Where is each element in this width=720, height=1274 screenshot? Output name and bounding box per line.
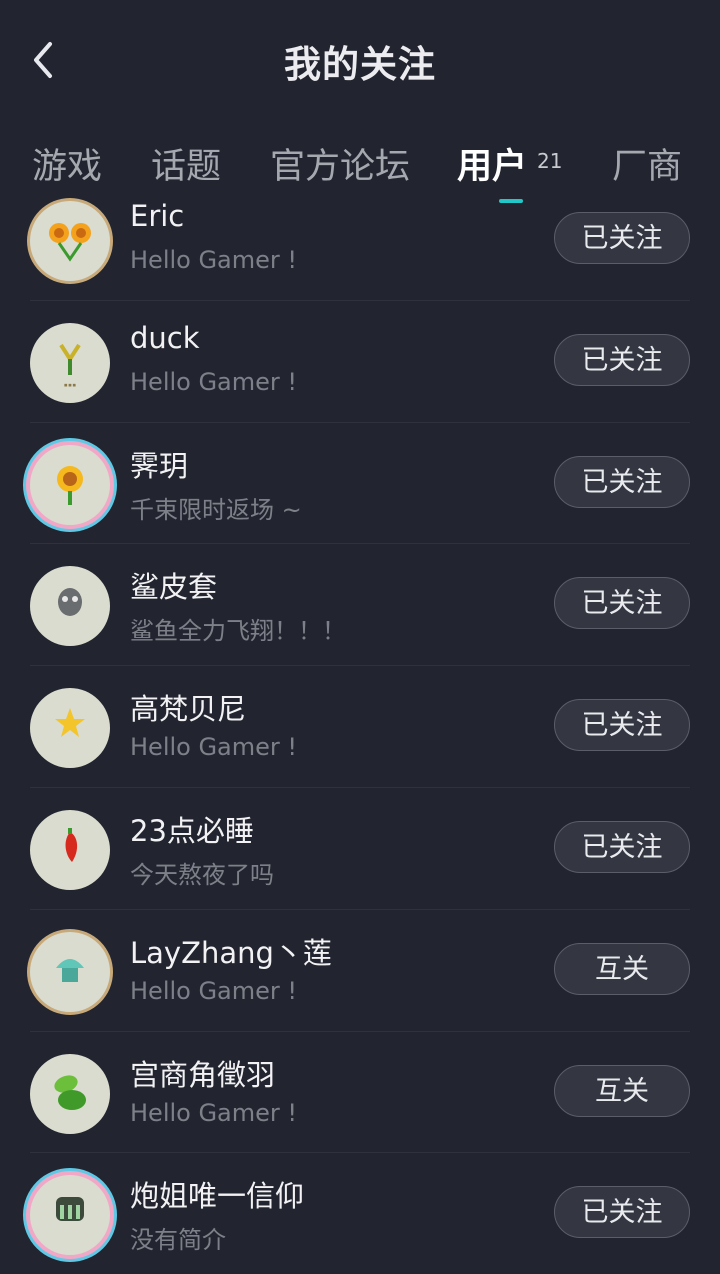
list-item[interactable]: ▪▪▪ duck Hello Gamer ! 已关注 [30,301,690,423]
mutual-follow-button[interactable]: 互关 [554,1064,690,1117]
starfruit-icon [55,708,85,738]
list-item[interactable]: 宫商角徵羽 Hello Gamer ! 互关 [30,1032,690,1154]
user-name[interactable]: Eric [130,199,184,233]
list-item[interactable]: Eric Hello Gamer ! 已关注 [30,179,690,301]
avatar[interactable] [30,201,110,281]
user-list: Eric Hello Gamer ! 已关注 ▪▪▪ duck Hello Ga… [0,179,720,1274]
user-bio: 千束限时返场 ~ [130,495,302,524]
ice-plant-icon [56,958,84,982]
following-button[interactable]: 已关注 [554,333,690,386]
user-name[interactable]: 宫商角徵羽 [130,1052,275,1094]
user-bio: 鲨鱼全力飞翔！！！ [130,617,346,646]
mutual-follow-button[interactable]: 互关 [554,942,690,995]
user-name[interactable]: 霁玥 [130,443,188,485]
user-name[interactable]: LayZhang丶莲 [130,930,332,972]
avatar[interactable] [30,1175,110,1256]
user-name[interactable]: duck [130,321,200,355]
list-item[interactable]: 鲨皮套 鲨鱼全力飞翔！！！ 已关注 [30,544,690,667]
avatar[interactable] [30,688,110,769]
user-bio: 今天熬夜了吗 [130,860,274,889]
grave-buster-icon [56,1197,84,1222]
avatar[interactable] [30,566,110,647]
following-button[interactable]: 已关注 [554,577,690,630]
jalapeno-icon [65,827,78,862]
avatar[interactable] [30,1053,110,1134]
avatar[interactable] [30,931,110,1012]
following-button[interactable]: 已关注 [554,820,690,873]
user-bio: Hello Gamer ! [130,367,298,396]
following-button[interactable]: 已关注 [554,455,690,508]
user-name[interactable]: 23点必睡 [130,808,254,850]
following-button[interactable]: 已关注 [554,699,690,752]
following-button[interactable]: 已关注 [554,212,690,264]
list-item[interactable]: LayZhang丶莲 Hello Gamer ! 互关 [30,910,690,1032]
user-name[interactable]: 鲨皮套 [130,564,217,606]
list-item[interactable]: 霁玥 千束限时返场 ~ 已关注 [30,423,690,545]
avatar[interactable] [30,444,110,525]
leaf-pea-icon [54,1075,86,1110]
avatar[interactable] [30,809,110,890]
list-item[interactable]: 高梵贝尼 Hello Gamer ! 已关注 [30,666,690,788]
user-name[interactable]: 高梵贝尼 [130,686,246,728]
plant-icon [59,343,81,375]
header: 我的关注 [0,0,720,118]
user-bio: 没有简介 [130,1226,226,1255]
twin-sunflower-icon [49,223,91,262]
user-bio: Hello Gamer ! [130,246,298,274]
avatar-caption-art: ▪▪▪ [63,380,77,389]
tab-users-count: 21 [537,149,563,173]
list-item[interactable]: 23点必睡 今天熬夜了吗 已关注 [30,788,690,910]
avatar[interactable]: ▪▪▪ [30,322,110,403]
sunflower-icon [57,465,83,505]
page-title: 我的关注 [284,43,436,86]
zombie-head-icon [58,588,82,617]
user-bio: Hello Gamer ! [130,733,298,762]
following-button[interactable]: 已关注 [554,1186,690,1239]
user-name[interactable]: 炮姐唯一信仰 [130,1173,304,1215]
user-bio: Hello Gamer ! [130,1098,298,1127]
list-item[interactable]: 炮姐唯一信仰 没有简介 已关注 [30,1153,690,1274]
user-bio: Hello Gamer ! [130,976,298,1005]
